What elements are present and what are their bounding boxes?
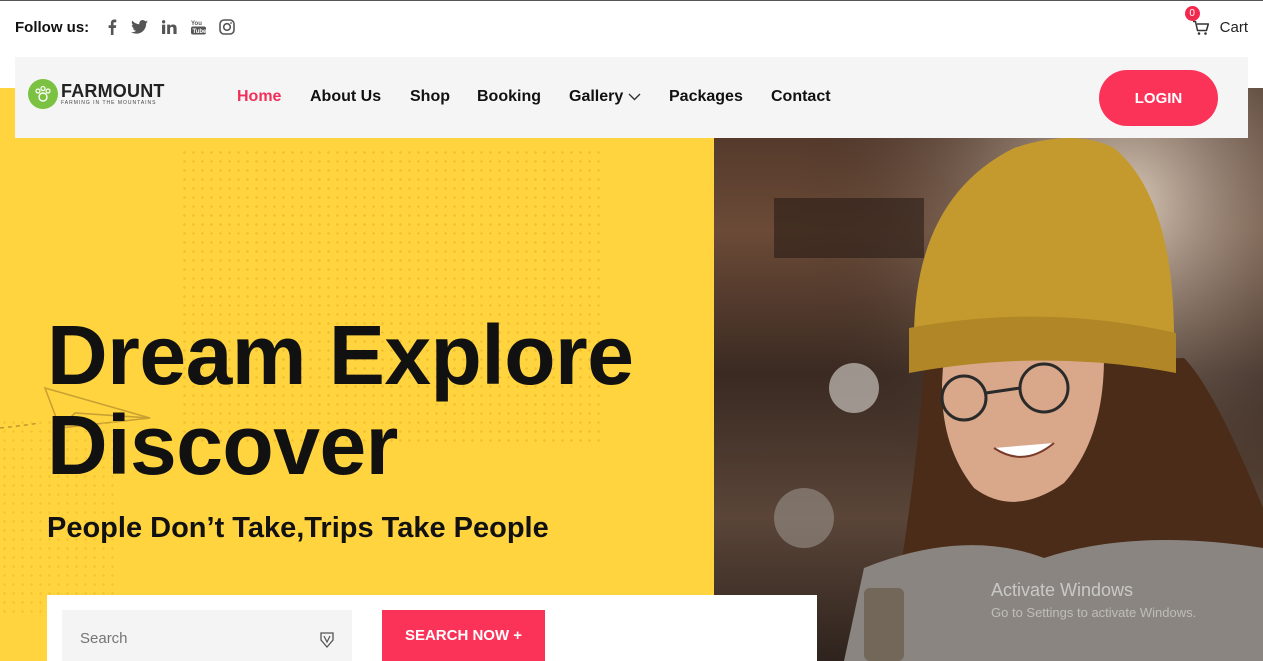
cart-icon: 0 [1184,5,1212,36]
brand-name: FARMOUNT [61,80,165,101]
nav-gallery[interactable]: Gallery [569,88,641,106]
youtube-icon[interactable]: You Tube [189,18,207,36]
facebook-icon[interactable] [103,18,121,36]
brand-logo[interactable]: FARMOUNT FARMING IN THE MOUNTAINS [28,79,165,109]
top-bar: Follow us: You Tube 0 Cart [0,0,1263,56]
search-panel: SEARCH NOW + [47,595,817,661]
nav-gallery-label: Gallery [569,88,624,105]
nav-shop[interactable]: Shop [410,88,450,106]
nav-contact[interactable]: Contact [771,88,831,106]
login-button[interactable]: LOGIN [1099,70,1218,126]
nav-home[interactable]: Home [237,88,281,106]
cart-link[interactable]: 0 Cart [1184,5,1248,36]
search-field[interactable] [62,610,352,661]
cart-count-badge: 0 [1184,5,1200,21]
twitter-icon[interactable] [130,18,148,36]
nav-booking[interactable]: Booking [477,88,541,106]
hero-headline-line1: Dream Explore [47,308,634,402]
activate-windows-subtitle: Go to Settings to activate Windows. [991,605,1197,620]
hero-headline: Dream Explore Discover [47,308,634,492]
svg-text:You: You [191,21,202,27]
linkedin-icon[interactable] [160,18,178,36]
location-pin-icon [320,632,334,648]
paw-logo-icon [28,79,58,109]
chevron-down-icon [628,93,641,101]
nav-about-us[interactable]: About Us [310,88,381,106]
main-navbar: FARMOUNT FARMING IN THE MOUNTAINS Home A… [15,57,1248,138]
svg-text:Tube: Tube [192,29,206,35]
brand-tagline: FARMING IN THE MOUNTAINS [61,99,157,106]
nav-packages[interactable]: Packages [669,88,743,106]
search-input[interactable] [80,630,300,647]
activate-windows-title: Activate Windows [991,580,1134,600]
hero-tagline: People Don’t Take,Trips Take People [47,512,549,544]
cart-label: Cart [1219,19,1248,36]
instagram-icon[interactable] [218,18,236,36]
hero-photo-illustration [714,88,1263,661]
search-now-button[interactable]: SEARCH NOW + [382,610,545,661]
follow-us-label: Follow us: [15,19,90,36]
hero-headline-line2: Discover [47,398,398,492]
hero-photo [714,88,1263,661]
